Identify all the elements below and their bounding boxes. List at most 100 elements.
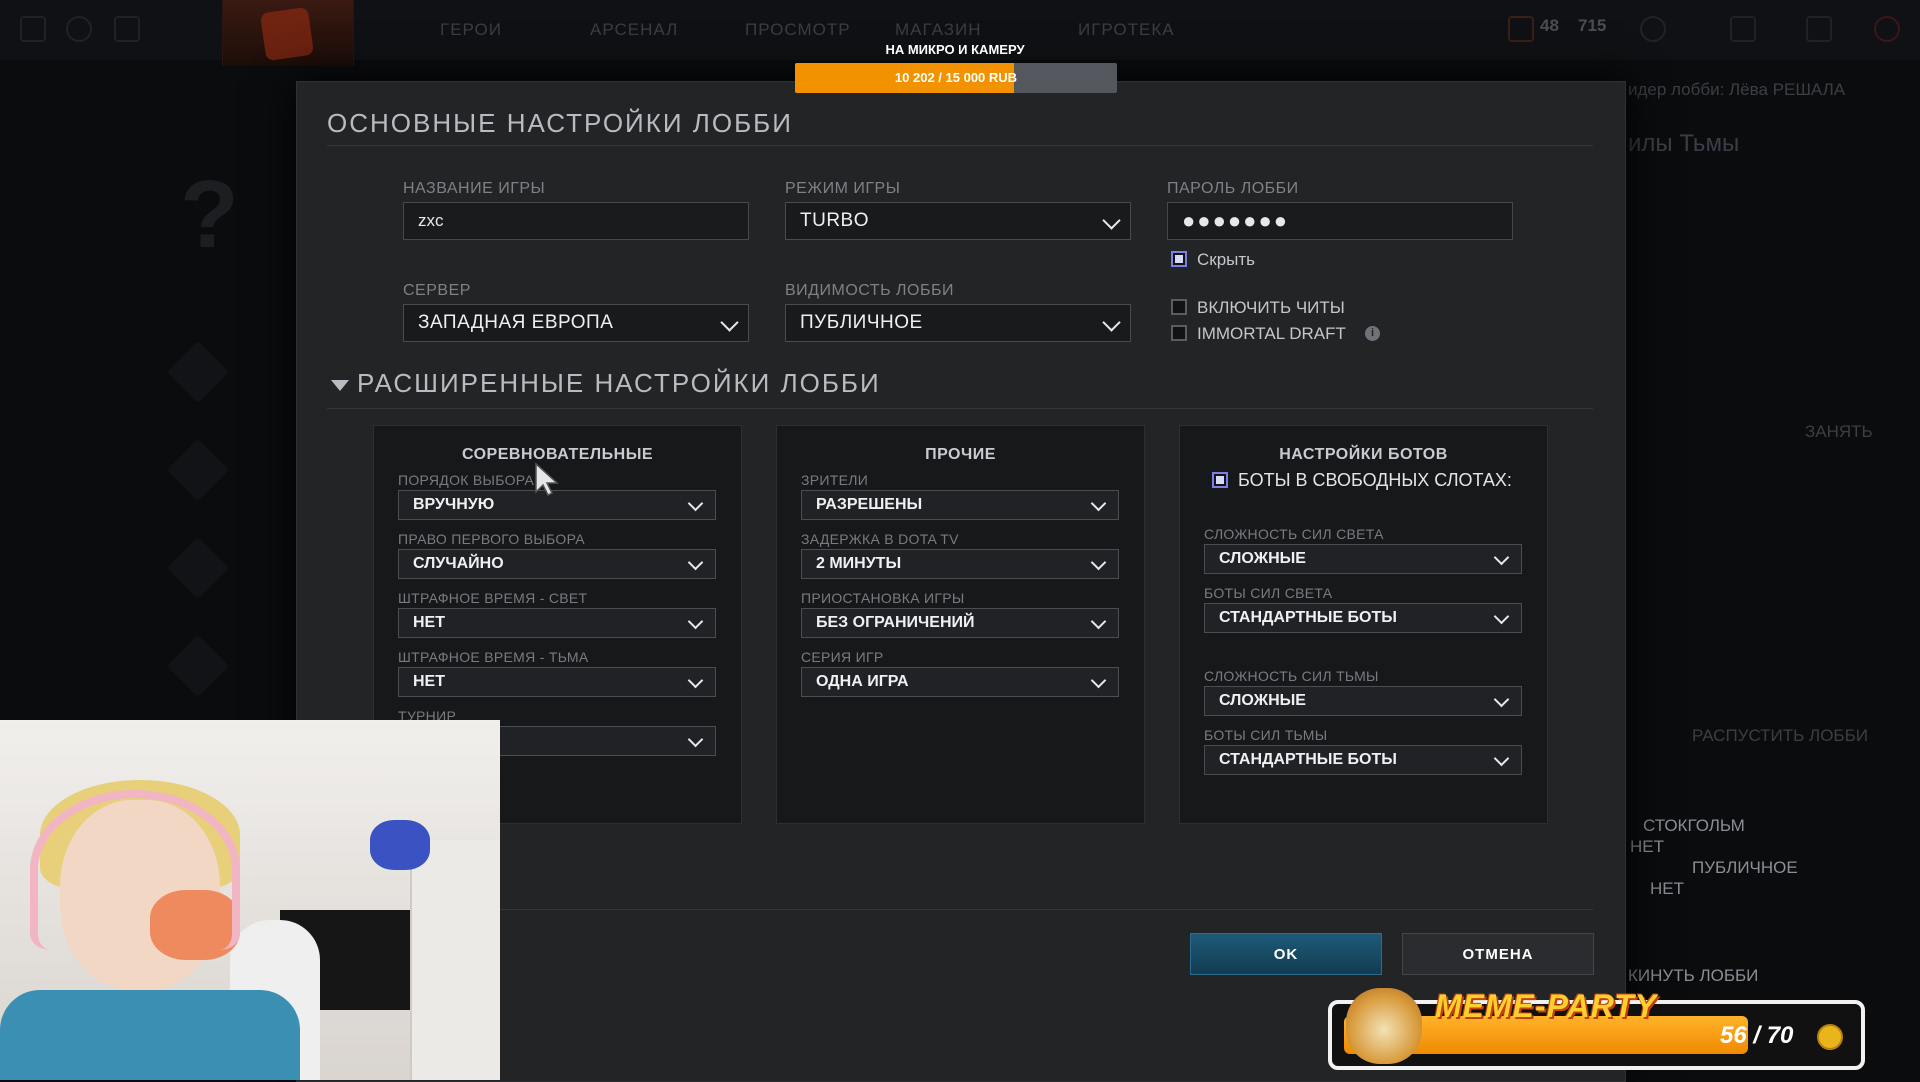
join-slot-button[interactable]: ЗАНЯТЬ [1805, 422, 1873, 442]
chevron-down-icon [687, 731, 704, 748]
chevron-down-icon [1102, 313, 1121, 332]
visibility-value-bg: ПУБЛИЧНОЕ [1692, 858, 1798, 877]
game-mode-select[interactable]: TURBO [785, 202, 1131, 240]
dota-tv-delay-label: ЗАДЕРЖКА В DOTA TV [801, 531, 959, 547]
first-pick-label: ПРАВО ПЕРВОГО ВЫБОРА [398, 531, 585, 547]
donation-progress-bar: 10 202 / 15 000 RUB [795, 63, 1117, 93]
enable-cheats-label: ВКЛЮЧИТЬ ЧИТЫ [1197, 298, 1345, 317]
chevron-down-icon [1493, 608, 1510, 625]
shards-icon [1508, 16, 1534, 42]
bots-panel: НАСТРОЙКИ БОТОВ БОТЫ В СВОБОДНЫХ СЛОТАХ:… [1179, 425, 1548, 824]
chevron-down-icon [1493, 549, 1510, 566]
pause-select[interactable]: БЕЗ ОГРАНИЧЕНИЙ [801, 608, 1119, 638]
immortal-draft-label: IMMORTAL DRAFT [1197, 324, 1346, 343]
modal-title: ОСНОВНЫЕ НАСТРОЙКИ ЛОББИ [327, 108, 793, 138]
visibility-label: ВИДИМОСТЬ ЛОББИ [785, 282, 954, 299]
online-count: 715 [1578, 16, 1607, 35]
leave-lobby-button[interactable]: КИНУТЬ ЛОББИ [1628, 966, 1758, 986]
nav-heroes[interactable]: ГЕРОИ [440, 20, 502, 40]
dire-bots-value: СТАНДАРТНЫЕ БОТЫ [1219, 751, 1397, 768]
setting-value-bg: НЕТ [1650, 879, 1684, 898]
immortal-draft-checkbox[interactable] [1171, 325, 1187, 341]
disband-lobby-button[interactable]: РАСПУСТИТЬ ЛОББИ [1692, 726, 1868, 746]
pause-label: ПРИОСТАНОВКА ИГРЫ [801, 590, 965, 606]
enable-cheats-checkbox[interactable] [1171, 299, 1187, 315]
game-mode-value: TURBO [800, 210, 869, 231]
friends-icon[interactable] [1640, 16, 1666, 42]
info-icon[interactable]: i [1365, 326, 1380, 341]
penalty-dire-select[interactable]: НЕТ [398, 667, 716, 697]
radiant-difficulty-label: СЛОЖНОСТЬ СИЛ СВЕТА [1204, 526, 1384, 542]
penalty-radiant-select[interactable]: НЕТ [398, 608, 716, 638]
server-value: ЗАПАДНАЯ ЕВРОПА [418, 312, 614, 333]
first-pick-select[interactable]: СЛУЧАЙНО [398, 549, 716, 579]
mouse-cursor-icon [534, 462, 560, 501]
cancel-button[interactable]: ОТМЕНА [1402, 933, 1594, 975]
notifications-icon[interactable] [1806, 16, 1832, 42]
collapse-triangle-icon[interactable] [331, 380, 349, 391]
side-slot-icon [166, 340, 230, 404]
radiant-bots-select[interactable]: СТАНДАРТНЫЕ БОТЫ [1204, 603, 1522, 633]
dire-difficulty-value: СЛОЖНЫЕ [1219, 692, 1306, 709]
setting-value-bg: НЕТ [1630, 837, 1664, 856]
chevron-down-icon [1090, 672, 1107, 689]
spectators-label: ЗРИТЕЛИ [801, 472, 869, 488]
dire-bots-select[interactable]: СТАНДАРТНЫЕ БОТЫ [1204, 745, 1522, 775]
chevron-down-icon [720, 313, 739, 332]
first-pick-value: СЛУЧАЙНО [413, 555, 504, 572]
nav-arcade[interactable]: ИГРОТЕКА [1078, 20, 1175, 40]
hide-password-checkbox[interactable] [1171, 251, 1187, 267]
donation-progress-text: 10 202 / 15 000 RUB [894, 70, 1018, 85]
password-label: ПАРОЛЬ ЛОББИ [1167, 180, 1299, 197]
fill-bots-checkbox[interactable] [1212, 472, 1228, 488]
dota-logo[interactable] [222, 0, 354, 66]
nav-armory[interactable]: АРСЕНАЛ [590, 20, 678, 40]
spectators-value: РАЗРЕШЕНЫ [816, 496, 923, 513]
meme-party-count: 56 / 70 [1720, 1022, 1794, 1049]
nav-watch[interactable]: ПРОСМОТР [745, 20, 851, 40]
series-select[interactable]: ОДНА ИГРА [801, 667, 1119, 697]
advanced-settings-title[interactable]: РАСШИРЕННЫЕ НАСТРОЙКИ ЛОББИ [357, 368, 881, 399]
inventory-icon[interactable] [1730, 16, 1756, 42]
chevron-down-icon [687, 613, 704, 630]
toy-image [370, 820, 430, 870]
shards-count: 48 [1540, 16, 1559, 35]
radiant-bots-label: БОТЫ СИЛ СВЕТА [1204, 585, 1333, 601]
divider [327, 145, 1593, 146]
visibility-select[interactable]: ПУБЛИЧНОЕ [785, 304, 1131, 342]
penalty-dire-value: НЕТ [413, 673, 445, 690]
radiant-difficulty-select[interactable]: СЛОЖНЫЕ [1204, 544, 1522, 574]
spectators-select[interactable]: РАЗРЕШЕНЫ [801, 490, 1119, 520]
headset-image [30, 790, 240, 950]
power-icon[interactable] [1874, 16, 1900, 42]
lobby-leader-text: идер лобби: Лёва РЕШАЛА [1628, 80, 1846, 99]
dire-difficulty-select[interactable]: СЛОЖНЫЕ [1204, 686, 1522, 716]
dire-bots-label: БОТЫ СИЛ ТЬМЫ [1204, 727, 1328, 743]
side-slot-icon [166, 438, 230, 502]
game-name-input[interactable]: zxc [403, 202, 749, 240]
settings-icon[interactable] [114, 16, 140, 42]
password-input[interactable]: ●●●●●●● [1167, 202, 1513, 240]
dire-difficulty-label: СЛОЖНОСТЬ СИЛ ТЬМЫ [1204, 668, 1379, 684]
doge-icon [1346, 988, 1422, 1064]
menu-icon[interactable] [20, 16, 46, 42]
server-select[interactable]: ЗАПАДНАЯ ЕВРОПА [403, 304, 749, 342]
chevron-down-icon [1493, 691, 1510, 708]
other-panel: ПРОЧИЕ ЗРИТЕЛИ РАЗРЕШЕНЫ ЗАДЕРЖКА В DOTA… [776, 425, 1145, 824]
hide-password-label: Скрыть [1197, 250, 1256, 269]
question-icon: ? [180, 161, 239, 268]
side-slot-icon [166, 634, 230, 698]
radiant-difficulty-value: СЛОЖНЫЕ [1219, 550, 1306, 567]
chevron-down-icon [1090, 554, 1107, 571]
dota-tv-delay-select[interactable]: 2 МИНУТЫ [801, 549, 1119, 579]
chevron-down-icon [687, 672, 704, 689]
nav-store[interactable]: МАГАЗИН [895, 20, 981, 40]
pick-order-value: ВРУЧНУЮ [413, 496, 495, 513]
chevron-down-icon [1090, 495, 1107, 512]
coin-icon [1817, 1024, 1843, 1050]
search-icon[interactable] [66, 16, 92, 42]
donation-title: НА МИКРО И КАМЕРУ [885, 42, 1025, 57]
ok-button[interactable]: OK [1190, 933, 1382, 975]
chevron-down-icon [687, 495, 704, 512]
divider [327, 408, 1593, 409]
